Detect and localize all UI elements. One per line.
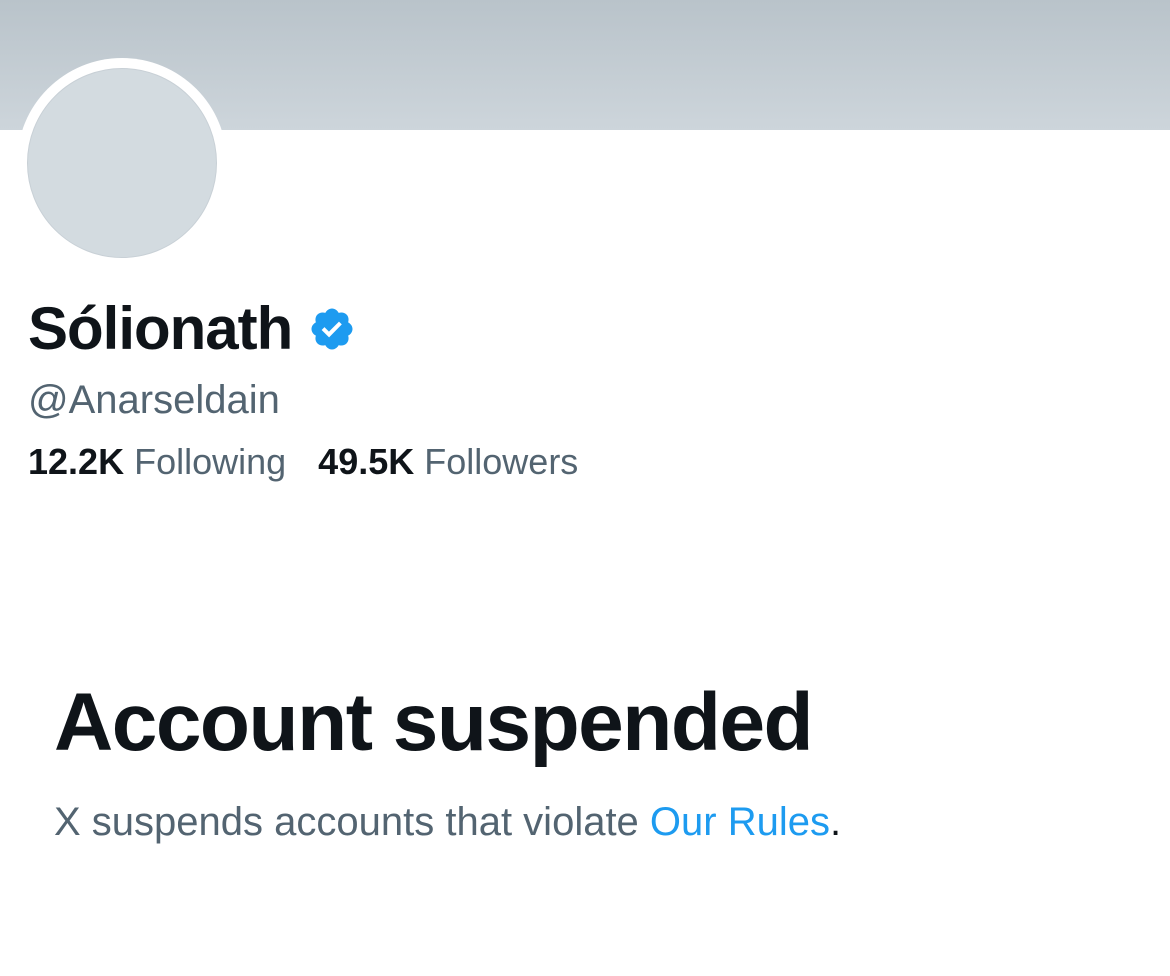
followers-count: 49.5K [318, 441, 415, 482]
profile-handle: @Anarseldain [28, 378, 280, 422]
display-name: Sólionath [28, 294, 293, 362]
suspension-title: Account suspended [54, 677, 814, 768]
our-rules-link[interactable]: Our Rules [650, 800, 830, 844]
name-row: Sólionath [28, 292, 356, 364]
followers-label: Followers [424, 441, 579, 482]
following-label: Following [134, 441, 287, 482]
avatar[interactable] [27, 68, 217, 258]
suspension-message-period: . [829, 800, 842, 844]
following-stat[interactable]: 12.2K Following [28, 441, 286, 483]
followers-stat[interactable]: 49.5K Followers [318, 441, 578, 483]
suspension-message-text: X suspends accounts that violate [54, 800, 650, 844]
profile-page: Sólionath @Anarseldain 12.2K Following 4… [0, 0, 1170, 976]
verified-badge-icon[interactable] [308, 305, 356, 353]
suspension-message: X suspends accounts that violate Our Rul… [54, 800, 841, 845]
following-count: 12.2K [28, 441, 125, 482]
profile-stats: 12.2K Following 49.5K Followers [28, 441, 610, 483]
